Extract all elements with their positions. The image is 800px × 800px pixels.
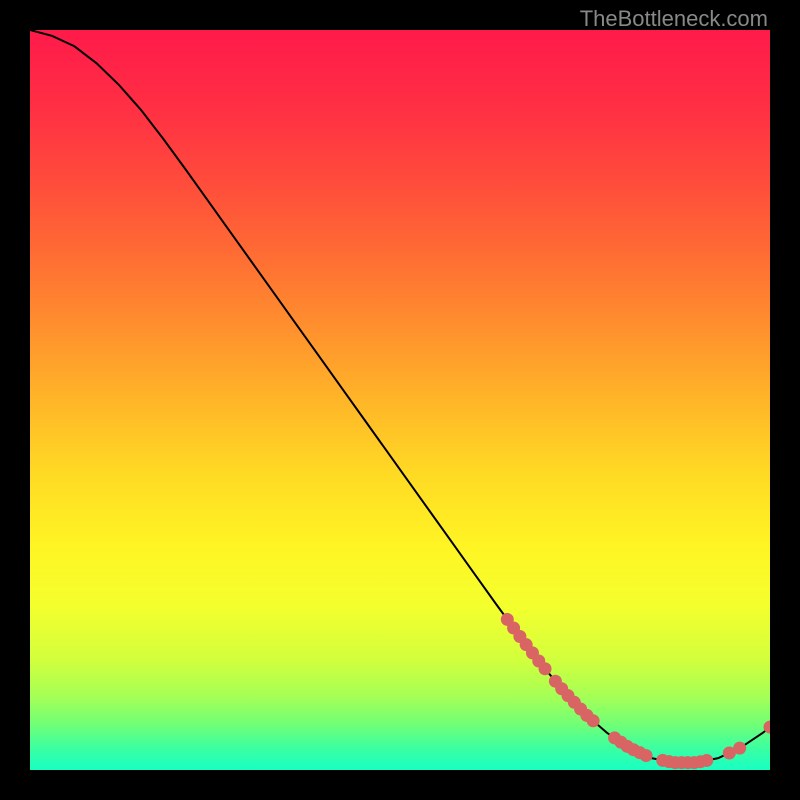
chart-container [30, 30, 770, 770]
data-dot [733, 742, 746, 755]
data-dot [700, 754, 713, 767]
data-dot [539, 662, 552, 675]
data-dot [587, 714, 600, 727]
chart-svg [30, 30, 770, 770]
data-dot [640, 749, 653, 762]
watermark-text: TheBottleneck.com [580, 6, 768, 32]
chart-background [30, 30, 770, 770]
